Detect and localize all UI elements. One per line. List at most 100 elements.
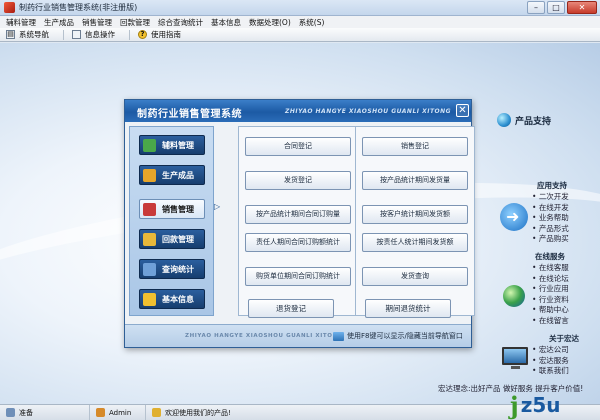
window-title: 制药行业销售管理系统(非注册版) [19, 3, 138, 12]
online-service-list: 在线客服 在线论坛 行业应用 行业资料 帮助中心 在线留言 [532, 263, 569, 327]
watermark-logo: j z5u [510, 390, 596, 420]
status-ready: 准备 [0, 404, 90, 420]
sales-icon [143, 202, 156, 216]
responsible-shipment-stats-button[interactable]: 按责任人统计期间发货额 [362, 233, 468, 252]
link-product-form[interactable]: 产品形式 [532, 224, 569, 235]
link-industry-app[interactable]: 行业应用 [532, 284, 569, 295]
link-secondary-dev[interactable]: 二次开发 [532, 192, 569, 203]
menu-item-payments[interactable]: 回款管理 [120, 17, 150, 28]
checkbox-icon [72, 30, 81, 39]
menu-item-products[interactable]: 生产成品 [44, 17, 74, 28]
arrow-icon [500, 203, 528, 231]
menu-item-system[interactable]: 系统(S) [299, 17, 325, 28]
shipment-register-button[interactable]: 发货登记 [245, 171, 351, 190]
app-support-list: 二次开发 在线开发 业务帮助 产品形式 产品购买 [532, 192, 569, 245]
watermark-j: j [510, 390, 519, 420]
maximize-button[interactable]: □ [547, 1, 565, 14]
about-heading: 关于宏达 [549, 334, 579, 343]
dialog-header: 制药行业销售管理系统 ZHIYAO HANGYE XIAOSHOU GUANLI… [125, 100, 471, 122]
nav-basic-info[interactable]: 基本信息 [139, 289, 205, 309]
smile-icon [152, 408, 161, 417]
star-icon [143, 292, 156, 306]
return-stats-button[interactable]: 期间退货统计 [365, 299, 451, 318]
globe-icon [503, 285, 525, 307]
link-service[interactable]: 宏达服务 [532, 356, 569, 367]
active-nav-arrow-icon: ▷ [214, 202, 221, 211]
payments-icon [143, 232, 156, 246]
window-titlebar: 制药行业销售管理系统(非注册版) – □ ✕ [0, 0, 600, 16]
toolbar-separator [63, 29, 64, 40]
shipment-query-button[interactable]: 发货查询 [362, 267, 468, 286]
link-company[interactable]: 宏达公司 [532, 345, 569, 356]
link-contact[interactable]: 联系我们 [532, 366, 569, 377]
link-industry-data[interactable]: 行业资料 [532, 295, 569, 306]
nav-products[interactable]: 生产成品 [139, 165, 205, 185]
menu-bar: 辅料管理 生产成品 销售管理 回款管理 综合查询统计 基本信息 数据处理(O) … [0, 16, 600, 28]
nav-query[interactable]: 查询统计 [139, 259, 205, 279]
nav-label: 回款管理 [162, 234, 194, 244]
link-product-buy[interactable]: 产品购买 [532, 234, 569, 245]
status-welcome: 欢迎使用我们的产品! [146, 405, 346, 420]
computer-icon [6, 408, 15, 417]
sales-register-button[interactable]: 销售登记 [362, 137, 468, 156]
link-online-dev[interactable]: 在线开发 [532, 203, 569, 214]
product-contract-stats-button[interactable]: 按产品统计期间合同订购量 [245, 205, 351, 224]
menu-item-basic-info[interactable]: 基本信息 [211, 17, 241, 28]
system-nav-button[interactable]: ▤ 系统导航 [6, 29, 49, 40]
toolbar: ▤ 系统导航 信息操作 ? 使用指南 [0, 28, 600, 42]
dialog-close-button[interactable]: ✕ [456, 104, 469, 117]
materials-icon [143, 138, 156, 152]
user-guide-label: 使用指南 [151, 30, 181, 39]
nav-label: 基本信息 [162, 294, 194, 304]
dialog-footer: ZHIYAO HANGYE XIAOSHOU GUANLI XITONG 使用F… [125, 324, 471, 347]
nav-label: 生产成品 [162, 170, 194, 180]
keyboard-icon [333, 331, 344, 341]
contract-register-button[interactable]: 合同登记 [245, 137, 351, 156]
dialog-left-nav: 辅料管理 生产成品 销售管理 回款管理 查询统计 基本信息 [129, 126, 214, 316]
nav-label: 销售管理 [162, 204, 194, 214]
online-service-heading: 在线服务 [535, 252, 565, 261]
nav-payments[interactable]: 回款管理 [139, 229, 205, 249]
link-online-forum[interactable]: 在线论坛 [532, 274, 569, 285]
link-help-center[interactable]: 帮助中心 [532, 305, 569, 316]
info-operation-button[interactable]: 信息操作 [72, 29, 115, 40]
link-online-message[interactable]: 在线留言 [532, 316, 569, 327]
menu-item-query[interactable]: 综合查询统计 [158, 17, 203, 28]
status-welcome-text: 欢迎使用我们的产品! [165, 408, 231, 417]
responsible-contract-stats-button[interactable]: 责任人期间合同订购额统计 [245, 233, 351, 252]
info-operation-label: 信息操作 [85, 30, 115, 39]
link-online-cs[interactable]: 在线客服 [532, 263, 569, 274]
f8-hint-text: 使用F8键可以显示/隐藏当前导航窗口 [347, 332, 463, 340]
products-icon [143, 168, 156, 182]
right-action-column: 销售登记 按产品统计期间发货量 按客户统计期间发货额 按责任人统计期间发货额 发… [355, 126, 475, 316]
buyer-contract-stats-button[interactable]: 购货单位期间合同订购统计 [245, 267, 351, 286]
nav-sales[interactable]: 销售管理 [139, 199, 205, 219]
return-register-button[interactable]: 退货登记 [248, 299, 334, 318]
watermark-text: z5u [520, 393, 561, 417]
menu-item-materials[interactable]: 辅料管理 [6, 17, 36, 28]
window-icon: ▤ [6, 30, 15, 39]
f8-hint: 使用F8键可以显示/隐藏当前导航窗口 [333, 331, 463, 341]
dialog-subtitle: ZHIYAO HANGYE XIAOSHOU GUANLI XITONG [285, 108, 452, 115]
left-action-column: 合同登记 发货登记 按产品统计期间合同订购量 责任人期间合同订购额统计 购货单位… [238, 126, 358, 316]
status-user-text: Admin [109, 408, 132, 417]
navigation-dialog: 制药行业销售管理系统 ZHIYAO HANGYE XIAOSHOU GUANLI… [124, 99, 475, 348]
close-window-button[interactable]: ✕ [567, 1, 597, 14]
status-ready-text: 准备 [19, 408, 33, 417]
menu-item-data[interactable]: 数据处理(O) [249, 17, 291, 28]
toolbar-separator [129, 29, 130, 40]
user-guide-button[interactable]: ? 使用指南 [138, 29, 181, 40]
app-support-heading: 应用支持 [537, 181, 567, 190]
query-icon [143, 262, 156, 276]
nav-label: 辅料管理 [162, 140, 194, 150]
nav-label: 查询统计 [162, 264, 194, 274]
customer-shipment-stats-button[interactable]: 按客户统计期间发货额 [362, 205, 468, 224]
menu-item-sales[interactable]: 销售管理 [82, 17, 112, 28]
about-list: 宏达公司 宏达服务 联系我们 [532, 345, 569, 377]
nav-materials[interactable]: 辅料管理 [139, 135, 205, 155]
product-shipment-stats-button[interactable]: 按产品统计期间发货量 [362, 171, 468, 190]
help-icon: ? [138, 30, 147, 39]
minimize-button[interactable]: – [527, 1, 545, 14]
app-icon [4, 2, 15, 13]
link-business-help[interactable]: 业务帮助 [532, 213, 569, 224]
